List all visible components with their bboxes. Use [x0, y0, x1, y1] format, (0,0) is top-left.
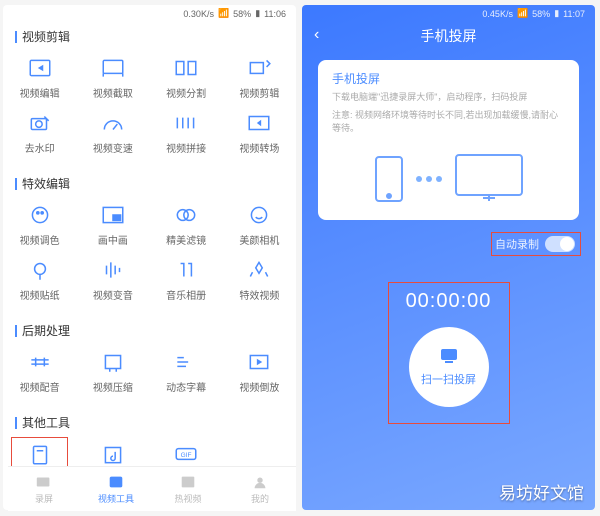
speed-icon [99, 112, 127, 134]
audio-icon [99, 443, 127, 465]
cut-icon [245, 57, 273, 79]
sticker-icon [26, 259, 54, 281]
card-desc2: 注意: 视频网络环境等待时长不同,若出现加载缓慢,请耐心等待。 [332, 109, 565, 136]
watermark: 易坊好文馆 [499, 479, 584, 504]
timer-block: 00:00:00 扫一扫投屏 [302, 290, 595, 407]
tool-item[interactable]: 视频转场 [223, 106, 296, 161]
tool-item[interactable]: 视频截取 [76, 51, 149, 106]
info-card: 手机投屏 下载电脑端"迅捷录屏大师"，启动程序，扫码投屏 注意: 视频网络环境等… [318, 60, 579, 220]
auto-record-toggle[interactable] [545, 236, 575, 252]
tool-item[interactable]: 动态字幕 [150, 345, 223, 400]
palette-icon [26, 204, 54, 226]
gif-icon: GIF [172, 443, 200, 465]
tab-hot[interactable]: 热视频 [152, 467, 224, 510]
tool-item[interactable]: 视频分割 [150, 51, 223, 106]
split-icon [172, 57, 200, 79]
tool-item[interactable]: 去水印 [3, 106, 76, 161]
pip-icon [99, 204, 127, 226]
tool-item[interactable]: 视频拼接 [150, 106, 223, 161]
grid-post: 视频配音 视频压缩 动态字幕 视频倒放 [3, 343, 296, 406]
battery-icon: ▮ [554, 8, 559, 19]
watermark-icon [26, 112, 54, 134]
grid-video-edit: 视频编辑 视频截取 视频分割 视频剪辑 去水印 视频变速 视频拼接 视频转场 [3, 49, 296, 167]
clock: 11:07 [563, 9, 585, 19]
grid-effects: 视频调色 画中画 精美滤镜 美颜相机 视频贴纸 视频变音 音乐相册 特效视频 [3, 196, 296, 314]
tool-item[interactable]: 画中画 [76, 198, 149, 253]
scan-label: 扫一扫投屏 [421, 371, 476, 387]
cast-illustration [332, 144, 565, 214]
clock: 11:06 [264, 9, 286, 19]
subtitle-icon [172, 351, 200, 373]
battery-icon: ▮ [255, 8, 260, 19]
section-title: 视频剪辑 [3, 20, 296, 49]
crop-icon [99, 57, 127, 79]
net-speed: 0.45K/s [482, 9, 513, 19]
tool-item[interactable]: 音乐相册 [150, 253, 223, 308]
tool-item[interactable]: 视频变音 [76, 253, 149, 308]
dub-icon [26, 351, 54, 373]
status-bar: 0.45K/s 📶 58% ▮ 11:07 [302, 5, 595, 20]
section-title: 后期处理 [3, 314, 296, 343]
tool-item[interactable]: 视频倒放 [223, 345, 296, 400]
tool-item[interactable]: 美颜相机 [223, 198, 296, 253]
tab-me[interactable]: 我的 [224, 467, 296, 510]
tab-tools[interactable]: 视频工具 [80, 467, 152, 510]
tool-item[interactable]: 特效视频 [223, 253, 296, 308]
signal-icon: 📶 [517, 8, 528, 19]
status-bar: 0.30K/s 📶 58% ▮ 11:06 [3, 5, 296, 20]
toggle-label: 自动录制 [495, 236, 539, 252]
back-button[interactable]: ‹ [314, 26, 319, 44]
page-header: ‹ 手机投屏 [302, 20, 595, 54]
tool-item[interactable]: 视频压缩 [76, 345, 149, 400]
battery-pct: 58% [233, 9, 251, 19]
scan-cast-button[interactable]: 扫一扫投屏 [409, 327, 489, 407]
tool-item[interactable]: 视频编辑 [3, 51, 76, 106]
filter-icon [172, 204, 200, 226]
card-desc1: 下载电脑端"迅捷录屏大师"，启动程序，扫码投屏 [332, 91, 565, 105]
tool-item[interactable]: 精美滤镜 [150, 198, 223, 253]
transition-icon [245, 112, 273, 134]
tool-item[interactable]: 视频配音 [3, 345, 76, 400]
merge-icon [172, 112, 200, 134]
svg-text:GIF: GIF [181, 452, 192, 459]
music-icon [172, 259, 200, 281]
effect-icon [245, 259, 273, 281]
tab-record[interactable]: 录屏 [8, 467, 80, 510]
beauty-icon [245, 204, 273, 226]
bottom-tabs: 录屏 视频工具 热视频 我的 [8, 466, 296, 510]
tool-item[interactable]: 视频变速 [76, 106, 149, 161]
left-screen: 0.30K/s 📶 58% ▮ 11:06 视频剪辑 视频编辑 视频截取 视频分… [3, 5, 296, 510]
tool-item[interactable]: 视频剪辑 [223, 51, 296, 106]
right-screen: 0.45K/s 📶 58% ▮ 11:07 ‹ 手机投屏 手机投屏 下载电脑端"… [302, 5, 595, 510]
section-title: 特效编辑 [3, 167, 296, 196]
signal-icon: 📶 [218, 8, 229, 19]
page-title: 手机投屏 [421, 26, 477, 46]
edit-icon [26, 57, 54, 79]
card-title: 手机投屏 [332, 70, 565, 87]
reverse-icon [245, 351, 273, 373]
compress-icon [99, 351, 127, 373]
tool-item[interactable]: 视频调色 [3, 198, 76, 253]
section-title: 其他工具 [3, 406, 296, 435]
tool-item[interactable]: 视频贴纸 [3, 253, 76, 308]
battery-pct: 58% [532, 9, 550, 19]
timer: 00:00:00 [302, 290, 595, 313]
net-speed: 0.30K/s [183, 9, 214, 19]
cast-icon [26, 443, 54, 465]
auto-record-row: 自动录制 [302, 226, 595, 254]
voice-icon [99, 259, 127, 281]
